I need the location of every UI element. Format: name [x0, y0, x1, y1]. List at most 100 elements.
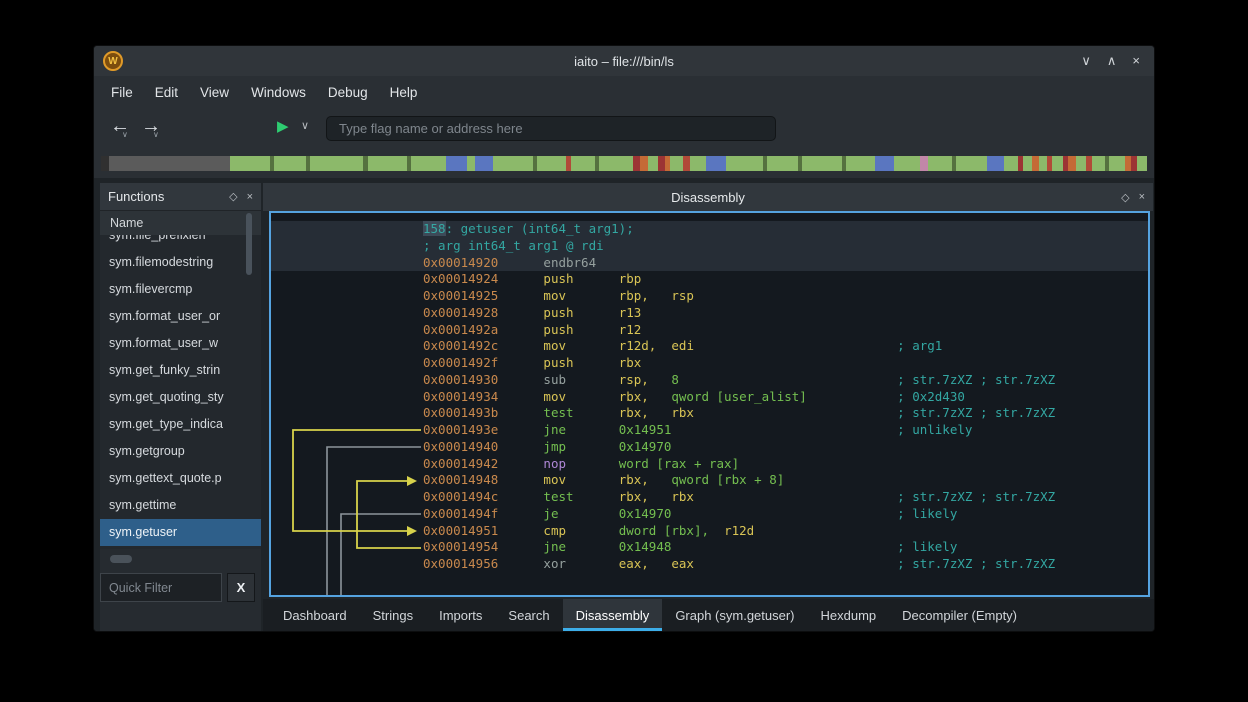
functions-detach-icon[interactable]: ◇ [229, 190, 237, 203]
disassembly-line[interactable]: 0x00014925 mov rbp, rsp [271, 288, 1148, 305]
disassembly-close-icon[interactable]: × [1139, 191, 1145, 203]
disassembly-detach-icon[interactable]: ◇ [1121, 191, 1129, 204]
disassembly-line[interactable]: 0x0001492c mov r12d, edi ; arg1 [271, 338, 1148, 355]
memory-map-segment [928, 156, 952, 171]
titlebar[interactable]: W iaito – file:///bin/ls ∨ ∧ × [94, 46, 1154, 76]
disassembly-line[interactable]: ; arg int64_t arg1 @ rdi [271, 238, 1148, 255]
close-icon[interactable]: × [1132, 53, 1140, 69]
disassembly-line[interactable]: 0x0001494c test rbx, rbx ; str.7zXZ ; st… [271, 489, 1148, 506]
window-title: iaito – file:///bin/ls [94, 54, 1154, 69]
toolbar: ← ∨ → ∨ ▶ ∨ [94, 108, 1154, 154]
bottom-tab-bar: DashboardStringsImportsSearchDisassembly… [263, 599, 1154, 631]
memory-map-segment [599, 156, 633, 171]
disassembly-line[interactable]: 0x00014920 endbr64 [271, 255, 1148, 272]
function-item[interactable]: sym.gettime [100, 492, 261, 519]
functions-panel: Functions ◇ × Name sym.file_prefixlensym… [100, 183, 261, 631]
disassembly-panel-header[interactable]: Disassembly ◇ × [263, 183, 1153, 211]
disassembly-line[interactable]: 0x00014948 mov rbx, qword [rbx + 8] [271, 472, 1148, 489]
back-history-chevron-icon[interactable]: ∨ [122, 130, 128, 139]
disassembly-line[interactable]: 0x00014934 mov rbx, qword [user_alist] ;… [271, 389, 1148, 406]
disassembly-line[interactable]: 0x0001492f push rbx [271, 355, 1148, 372]
disassembly-line[interactable]: 0x00014928 push r13 [271, 305, 1148, 322]
functions-horizontal-scrollbar[interactable] [110, 555, 132, 563]
disassembly-line[interactable]: 0x00014930 sub rsp, 8 ; str.7zXZ ; str.7… [271, 372, 1148, 389]
functions-column-header[interactable]: Name [100, 210, 261, 235]
memory-map-segment [368, 156, 408, 171]
memory-map-segment [894, 156, 920, 171]
function-item[interactable]: sym.format_user_w [100, 330, 261, 357]
menu-windows[interactable]: Windows [240, 81, 317, 104]
memory-map-segment [875, 156, 893, 171]
tab-search[interactable]: Search [495, 599, 562, 631]
disassembly-line[interactable]: 0x00014956 xor eax, eax ; str.7zXZ ; str… [271, 556, 1148, 573]
function-item[interactable]: sym.file_prefixlen [100, 235, 261, 249]
tab-imports[interactable]: Imports [426, 599, 495, 631]
minimize-icon[interactable]: ∨ [1081, 53, 1091, 69]
memory-map-segment [1137, 156, 1147, 171]
memory-map-segment [956, 156, 988, 171]
memory-map-bar[interactable] [101, 156, 1147, 171]
disassembly-line[interactable]: 158: getuser (int64_t arg1); [271, 221, 1148, 238]
clear-filter-button[interactable]: X [227, 573, 255, 602]
menu-help[interactable]: Help [379, 81, 429, 104]
memory-map-segment [310, 156, 363, 171]
disassembly-line[interactable]: 0x00014942 nop word [rax + rax] [271, 456, 1148, 473]
quick-filter-input[interactable] [100, 573, 222, 602]
tab-hexdump[interactable]: Hexdump [808, 599, 890, 631]
disassembly-line[interactable]: 0x00014924 push rbp [271, 271, 1148, 288]
desktop-background: W iaito – file:///bin/ls ∨ ∧ × FileEditV… [0, 0, 1248, 702]
memory-map-segment [1076, 156, 1087, 171]
memory-map-segment [846, 156, 875, 171]
tab-decompiler-empty[interactable]: Decompiler (Empty) [889, 599, 1030, 631]
memory-map-segment [467, 156, 475, 171]
tab-dashboard[interactable]: Dashboard [270, 599, 360, 631]
function-item[interactable]: sym.get_quoting_sty [100, 384, 261, 411]
play-dropdown-chevron-icon[interactable]: ∨ [301, 119, 309, 132]
memory-map-segment [920, 156, 928, 171]
tab-graph-sym-getuser[interactable]: Graph (sym.getuser) [662, 599, 807, 631]
tab-strings[interactable]: Strings [360, 599, 426, 631]
memory-map-segment [683, 156, 690, 171]
dock-area: Functions ◇ × Name sym.file_prefixlensym… [94, 178, 1154, 631]
flag-search-input[interactable] [326, 116, 776, 141]
disassembly-view[interactable]: 158: getuser (int64_t arg1);; arg int64_… [269, 211, 1150, 597]
memory-map-segment [230, 156, 270, 171]
menu-file[interactable]: File [100, 81, 144, 104]
function-item[interactable]: sym.getuser [100, 519, 261, 546]
disassembly-line[interactable]: 0x0001492a push r12 [271, 322, 1148, 339]
tab-disassembly[interactable]: Disassembly [563, 599, 663, 631]
function-item[interactable]: sym.filevercmp [100, 276, 261, 303]
memory-map-segment [1109, 156, 1125, 171]
function-item[interactable]: sym.get_funky_strin [100, 357, 261, 384]
forward-history-chevron-icon[interactable]: ∨ [153, 130, 159, 139]
memory-map-segment [493, 156, 533, 171]
maximize-icon[interactable]: ∧ [1107, 53, 1117, 69]
functions-list: sym.file_prefixlensym.filemodestringsym.… [100, 235, 261, 549]
functions-vertical-scrollbar[interactable] [246, 213, 252, 275]
memory-map-segment [101, 156, 109, 171]
memory-map-segment [987, 156, 1004, 171]
function-item[interactable]: sym.getgroup [100, 438, 261, 465]
disassembly-line[interactable]: 0x00014940 jmp 0x14970 [271, 439, 1148, 456]
memory-map-segment [571, 156, 595, 171]
function-item[interactable]: sym.filemodestring [100, 249, 261, 276]
memory-map-segment [1052, 156, 1063, 171]
memory-map-segment [274, 156, 306, 171]
menu-view[interactable]: View [189, 81, 240, 104]
menu-edit[interactable]: Edit [144, 81, 189, 104]
disassembly-line[interactable]: 0x0001494f je 0x14970 ; likely [271, 506, 1148, 523]
disassembly-panel: Disassembly ◇ × 158: getus [263, 183, 1153, 629]
disassembly-line[interactable]: 0x0001493e jne 0x14951 ; unlikely [271, 422, 1148, 439]
disassembly-line[interactable]: 0x00014954 jne 0x14948 ; likely [271, 539, 1148, 556]
memory-map-segment [706, 156, 726, 171]
memory-map-segment [690, 156, 706, 171]
function-item[interactable]: sym.format_user_or [100, 303, 261, 330]
menu-debug[interactable]: Debug [317, 81, 379, 104]
functions-panel-header[interactable]: Functions ◇ × [100, 183, 261, 210]
disassembly-line[interactable]: 0x0001493b test rbx, rbx ; str.7zXZ ; st… [271, 405, 1148, 422]
function-item[interactable]: sym.gettext_quote.p [100, 465, 261, 492]
functions-close-icon[interactable]: × [247, 191, 253, 203]
disassembly-line[interactable]: 0x00014951 cmp dword [rbx], r12d [271, 523, 1148, 540]
function-item[interactable]: sym.get_type_indica [100, 411, 261, 438]
continue-play-icon[interactable]: ▶ [277, 117, 289, 135]
